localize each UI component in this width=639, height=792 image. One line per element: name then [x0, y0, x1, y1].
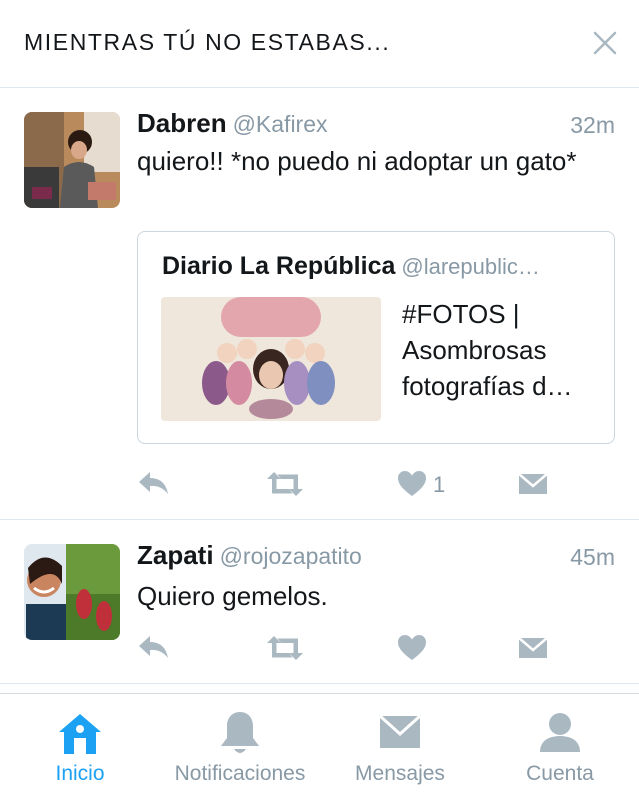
tweet-actions: 1	[137, 464, 557, 504]
person-icon	[540, 713, 580, 752]
direct-message-button[interactable]	[517, 464, 557, 504]
tweet-text: Quiero gemelos.	[137, 581, 328, 611]
tab-label: Inicio	[55, 762, 105, 785]
tab-account[interactable]: Cuenta	[500, 694, 620, 792]
retweet-icon	[267, 636, 303, 660]
tab-notifications[interactable]: Notificaciones	[150, 694, 330, 792]
reply-button[interactable]	[137, 464, 177, 504]
tab-label: Cuenta	[526, 762, 594, 785]
avatar[interactable]	[24, 544, 120, 640]
reply-icon	[139, 636, 168, 658]
bell-icon	[221, 712, 259, 753]
heart-icon	[398, 635, 426, 660]
reply-icon	[139, 472, 168, 494]
timestamp: 45m	[570, 544, 615, 570]
like-button[interactable]	[397, 628, 467, 668]
timestamp: 32m	[570, 112, 615, 138]
envelope-icon	[518, 637, 548, 658]
tweet[interactable]: Dabren @Kafirex 32m quiero!! *no puedo ni…	[0, 88, 639, 520]
quoted-display-name: Diario La República	[162, 252, 396, 280]
tab-label: Mensajes	[355, 762, 445, 785]
tweet-header: Dabren @Kafirex 32m	[137, 108, 615, 140]
tweet-header: Zapati @rojozapatito 45m	[137, 540, 615, 572]
like-count: 1	[433, 472, 446, 497]
heart-icon	[398, 471, 426, 496]
display-name[interactable]: Dabren	[137, 108, 227, 138]
username-handle[interactable]: @Kafirex	[233, 111, 328, 137]
reply-button[interactable]	[137, 628, 177, 668]
username-handle[interactable]: @rojozapatito	[220, 543, 362, 569]
page-title: MIENTRAS TÚ NO ESTABAS...	[24, 29, 391, 55]
header: MIENTRAS TÚ NO ESTABAS...	[0, 0, 639, 88]
retweet-button[interactable]	[265, 464, 309, 504]
quoted-tweet-text: #FOTOS | Asombrosas fotografías d…	[402, 299, 573, 401]
like-button[interactable]: 1	[397, 464, 467, 504]
display-name[interactable]: Zapati	[137, 540, 214, 570]
tab-messages[interactable]: Mensajes	[340, 694, 460, 792]
quoted-tweet-image[interactable]	[161, 297, 381, 421]
quoted-tweet-card[interactable]: Diario La República @larepublic… #FOTOS |…	[137, 231, 615, 444]
close-button[interactable]	[588, 26, 622, 60]
tweet-actions	[137, 628, 557, 668]
close-icon	[593, 31, 617, 55]
avatar[interactable]	[24, 112, 120, 208]
direct-message-button[interactable]	[517, 628, 557, 668]
bottom-tab-bar: Inicio Notificaciones Mensajes Cuenta	[0, 693, 639, 792]
home-icon	[59, 714, 101, 754]
quoted-tweet-header: Diario La República @larepublic…	[162, 252, 592, 281]
retweet-icon	[267, 472, 303, 496]
retweet-button[interactable]	[265, 628, 309, 668]
tweet-text: quiero!! *no puedo ni adoptar un gato*	[137, 146, 577, 176]
envelope-icon	[518, 473, 548, 494]
envelope-icon	[378, 714, 422, 748]
tab-label: Notificaciones	[174, 762, 306, 785]
quoted-username-handle: @larepublic…	[401, 254, 540, 279]
tweet[interactable]: Zapati @rojozapatito 45m Quiero gemelos.	[0, 520, 639, 684]
tab-home[interactable]: Inicio	[30, 694, 130, 792]
